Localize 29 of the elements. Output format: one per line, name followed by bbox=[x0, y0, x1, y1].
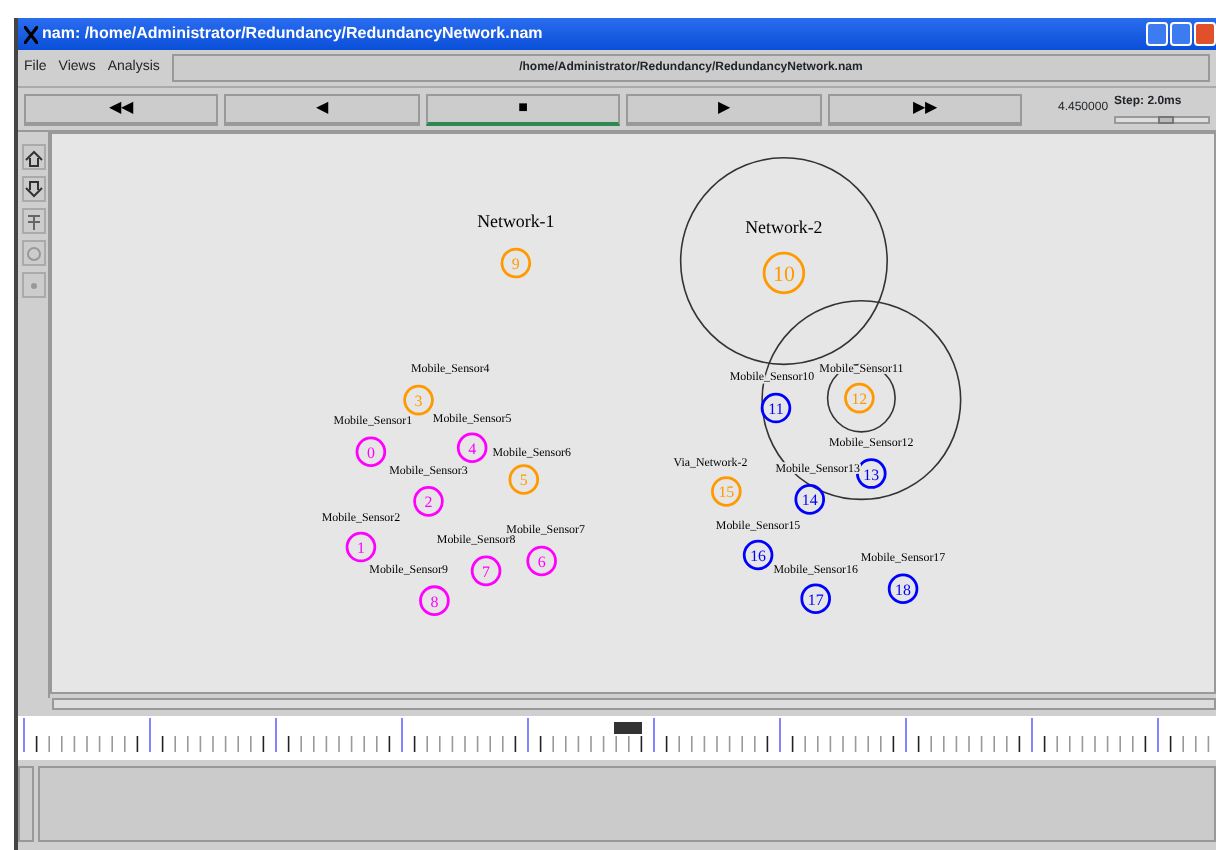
tool-button[interactable] bbox=[22, 208, 46, 234]
timeline[interactable] bbox=[18, 716, 1216, 760]
horizontal-scrollbar[interactable] bbox=[52, 698, 1216, 710]
tool-button[interactable] bbox=[22, 176, 46, 202]
zoom-in-icon bbox=[24, 147, 44, 167]
playback-button[interactable]: ■ bbox=[425, 93, 621, 125]
minimize-button[interactable] bbox=[1146, 22, 1168, 46]
playback-button[interactable]: ▶▶ bbox=[827, 93, 1023, 125]
tool-button[interactable] bbox=[22, 144, 46, 170]
zoom-out-icon bbox=[24, 179, 44, 199]
time-marker[interactable] bbox=[614, 722, 642, 734]
network-node[interactable]: 17 bbox=[800, 583, 831, 614]
network-label: Network-2 bbox=[745, 217, 823, 238]
network-node[interactable]: 18 bbox=[887, 573, 919, 605]
network-node[interactable]: 11 bbox=[760, 392, 792, 424]
network-label: Network-1 bbox=[477, 211, 555, 232]
playback-button[interactable]: ◀ bbox=[224, 93, 420, 125]
window-title: nam: /home/Administrator/Redundancy/RedundancyNetwork.nam bbox=[42, 22, 543, 46]
network-node[interactable]: 14 bbox=[794, 484, 825, 515]
step-slider[interactable] bbox=[1114, 116, 1211, 124]
vertical-scrollbar[interactable] bbox=[18, 766, 34, 842]
grid-icon bbox=[24, 211, 44, 231]
close-button[interactable] bbox=[1194, 22, 1216, 46]
network-node[interactable]: 16 bbox=[742, 539, 774, 571]
playback-button[interactable]: ▶ bbox=[626, 93, 822, 125]
maximize-button[interactable] bbox=[1170, 22, 1192, 46]
slider-thumb[interactable] bbox=[1158, 116, 1175, 124]
playback-button[interactable]: ◀◀ bbox=[24, 93, 219, 125]
circle-icon bbox=[24, 243, 44, 263]
